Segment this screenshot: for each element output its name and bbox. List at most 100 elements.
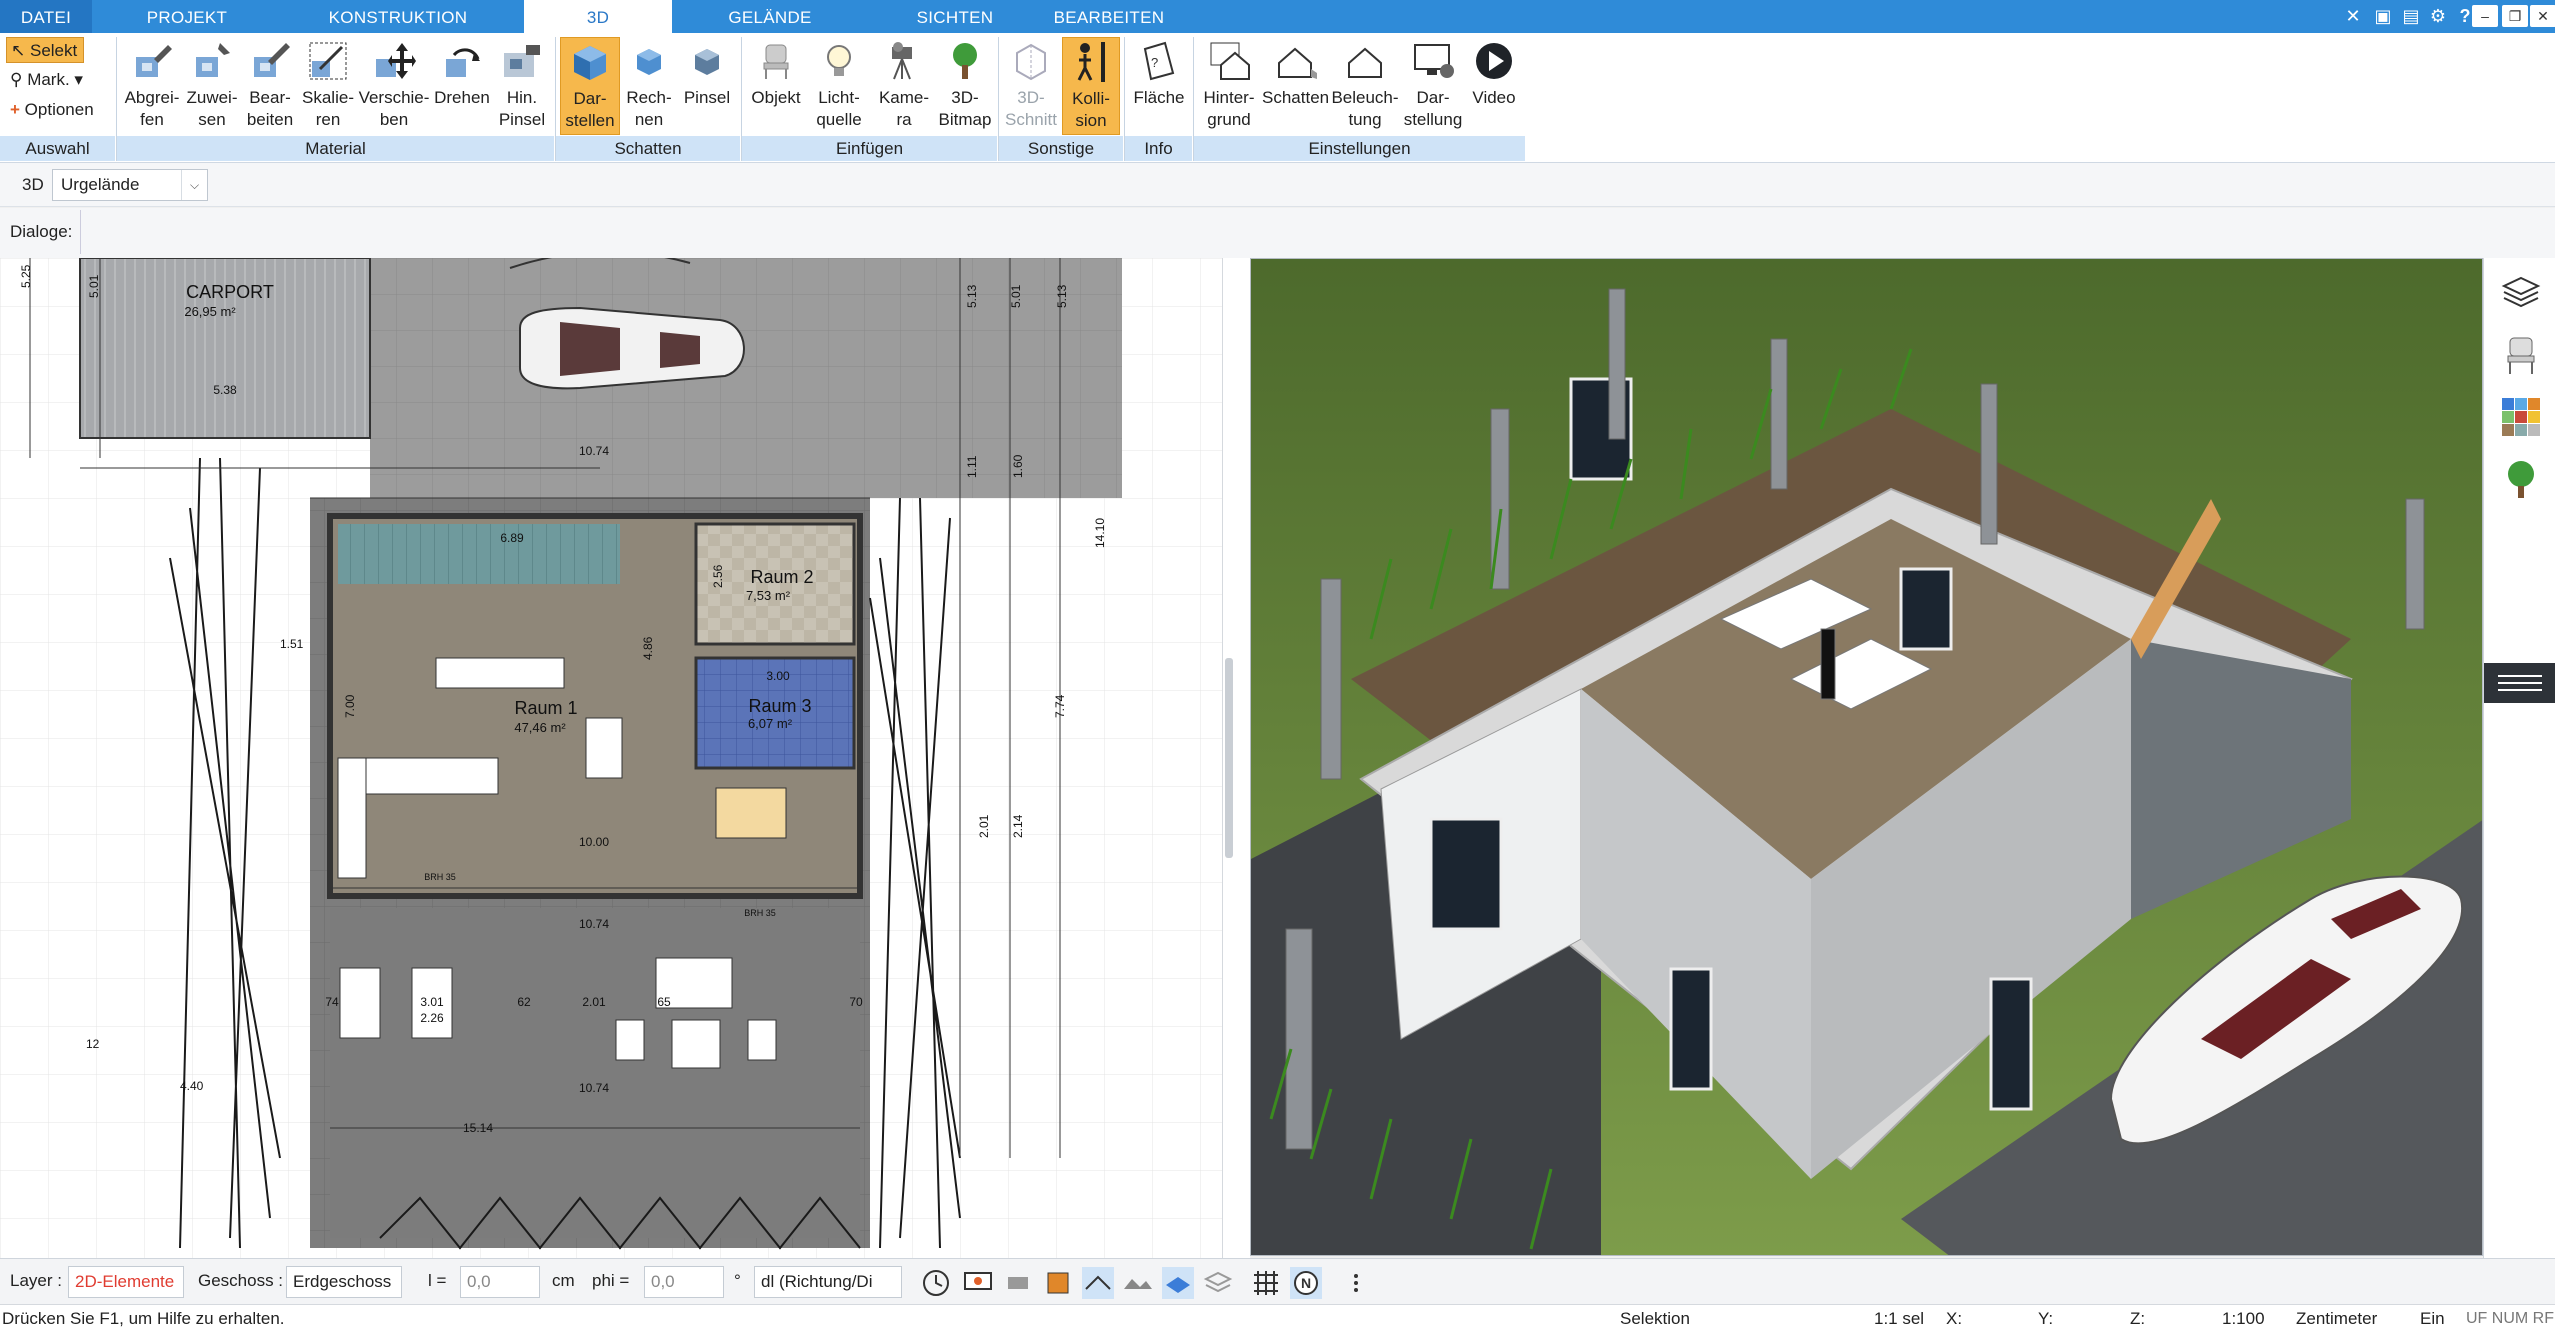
insert-light-label: Licht- quelle	[816, 88, 862, 129]
3d-section-button[interactable]: 3D- Schnitt	[1002, 37, 1060, 135]
layers-icon[interactable]	[1202, 1267, 1234, 1299]
floor-select[interactable]: Erdgeschoss	[286, 1266, 402, 1298]
insert-object-button[interactable]: Objekt	[746, 37, 806, 135]
monitor-icon[interactable]	[962, 1267, 994, 1299]
shadow-settings-label: Schatten	[1262, 88, 1330, 107]
dialog-bar: Dialoge:	[0, 208, 2555, 258]
dim-label: 5.25	[19, 264, 33, 288]
chair[interactable]	[615, 1019, 645, 1061]
terrain-icon[interactable]	[1122, 1267, 1154, 1299]
3d-canvas[interactable]	[1251, 259, 2483, 1256]
background-brush-button[interactable]: Hin. Pinsel	[494, 37, 550, 135]
length-input-value: 0,0	[467, 1272, 491, 1291]
tab-sichten[interactable]: SICHTEN	[900, 0, 1010, 33]
layers-icon[interactable]: ▤	[2398, 3, 2424, 29]
dim-label: 15.14	[463, 1121, 493, 1135]
window	[1669, 967, 1713, 1091]
tab-3d[interactable]: 3D	[524, 0, 672, 36]
minimize-button[interactable]: –	[2472, 5, 2498, 27]
material-edit-button[interactable]: Bear- beiten	[240, 37, 300, 135]
coffee-table[interactable]	[671, 1019, 721, 1069]
material-scale-button[interactable]: Skalie- ren	[298, 37, 358, 135]
cube-icon	[574, 46, 606, 80]
layers-icon[interactable]	[2500, 272, 2542, 314]
status-scale: 1:100	[2222, 1309, 2265, 1328]
material-palette-icon[interactable]	[2500, 396, 2542, 438]
3d-view[interactable]	[1250, 258, 2483, 1256]
car-object[interactable]	[519, 306, 745, 390]
tab-bearbeiten[interactable]: BEARBEITEN	[1048, 0, 1170, 33]
shadow-calculate-button[interactable]: Rech- nen	[620, 37, 678, 135]
scrollbar-thumb[interactable]	[1225, 658, 1233, 858]
chevron-down-icon[interactable]: ⌵	[181, 170, 207, 200]
dim-label: 70	[849, 995, 863, 1009]
tab-gelaende[interactable]: GELÄNDE	[715, 0, 825, 33]
floor-plan-canvas[interactable]: CARPORT 26,95 m² Raum 2 7,53 m² Raum 3 6…	[0, 258, 1222, 1258]
window-icon[interactable]: ▣	[2370, 3, 2396, 29]
view-splitter[interactable]	[1222, 258, 1250, 1258]
area-button[interactable]: ? Fläche	[1128, 37, 1190, 135]
insert-3d-bitmap-button[interactable]: 3D- Bitmap	[934, 37, 996, 135]
display-button[interactable]: Dar- stellung	[1400, 37, 1466, 135]
material-move-button[interactable]: Verschie- ben	[356, 37, 432, 135]
shadow-settings-button[interactable]: Schatten	[1262, 37, 1330, 135]
direction-select[interactable]: dl (Richtung/Di	[754, 1266, 902, 1298]
terrain-select[interactable]: Urgelände ⌵	[52, 169, 208, 201]
dim-label: 5.13	[965, 284, 979, 308]
shadow-brush-button[interactable]: Pinsel	[678, 37, 736, 135]
tab-datei[interactable]: DATEI	[0, 0, 92, 33]
lounger[interactable]	[339, 967, 381, 1039]
material-pick-button[interactable]: Abgrei- fen	[118, 37, 186, 135]
settings-icon[interactable]: ⚙	[2425, 3, 2451, 29]
plane-icon[interactable]	[1162, 1267, 1194, 1299]
dialoge-label: Dialoge:	[10, 222, 73, 241]
table[interactable]	[585, 717, 623, 779]
furniture-icon[interactable]	[1002, 1267, 1034, 1299]
dim-label: 65	[657, 995, 671, 1009]
tab-konstruktion[interactable]: KONSTRUKTION	[318, 0, 478, 33]
kitchen-counter[interactable]	[337, 757, 367, 879]
geschoss-label: Geschoss :	[198, 1271, 284, 1290]
tab-projekt[interactable]: PROJEKT	[126, 0, 248, 33]
dim-label: 10.74	[579, 444, 609, 458]
layer-select[interactable]: 2D-Elemente	[68, 1266, 184, 1298]
status-mode: Selektion	[1620, 1309, 1690, 1328]
tree-icon[interactable]	[2500, 458, 2542, 500]
dim-label: 1.11	[965, 455, 979, 478]
stair[interactable]	[338, 524, 620, 584]
walls-icon[interactable]	[1042, 1267, 1074, 1299]
kitchen-island[interactable]	[435, 657, 565, 689]
panel-toggle-button[interactable]	[2484, 663, 2555, 703]
chair-icon[interactable]	[2500, 334, 2542, 376]
view-mode-bar: 3D Urgelände ⌵	[0, 163, 2555, 207]
angle-input[interactable]: 0,0	[644, 1266, 724, 1298]
status-flags: UF NUM RF	[2466, 1310, 2554, 1327]
dining-table[interactable]	[715, 787, 787, 839]
options-button[interactable]: + Optionen	[6, 97, 94, 123]
more-options-icon[interactable]	[1340, 1267, 1372, 1299]
insert-camera-button[interactable]: Kame- ra	[874, 37, 934, 135]
collision-button[interactable]: Kolli- sion	[1062, 37, 1120, 135]
dim-label: 14.10	[1093, 518, 1107, 548]
lighting-button[interactable]: Beleuch- tung	[1330, 37, 1400, 135]
tools-icon[interactable]: ✕	[2340, 3, 2366, 29]
background-button[interactable]: Hinter- grund	[1196, 37, 1262, 135]
mark-button[interactable]: ⚲ Mark. ▾	[6, 67, 83, 93]
video-button[interactable]: Video	[1466, 37, 1522, 135]
restore-button[interactable]: ❐	[2502, 5, 2528, 27]
dim-label: 2.01	[582, 995, 606, 1009]
grid-icon[interactable]	[1250, 1267, 1282, 1299]
shadow-show-button[interactable]: Dar- stellen	[560, 37, 620, 135]
snap-n-icon[interactable]: N	[1290, 1267, 1322, 1299]
material-assign-button[interactable]: Zuwei- sen	[182, 37, 242, 135]
material-rotate-button[interactable]: Drehen	[430, 37, 494, 135]
cube-calculate-icon	[637, 49, 661, 75]
floor-plan-view[interactable]: CARPORT 26,95 m² Raum 2 7,53 m² Raum 3 6…	[0, 258, 1222, 1258]
roof-icon[interactable]	[1082, 1267, 1114, 1299]
length-input[interactable]: 0,0	[460, 1266, 540, 1298]
close-button[interactable]: ✕	[2530, 5, 2555, 27]
insert-light-button[interactable]: Licht- quelle	[806, 37, 872, 135]
chair[interactable]	[747, 1019, 777, 1061]
select-button[interactable]: ↖ Selekt	[6, 37, 84, 63]
clock-icon[interactable]	[920, 1267, 952, 1299]
